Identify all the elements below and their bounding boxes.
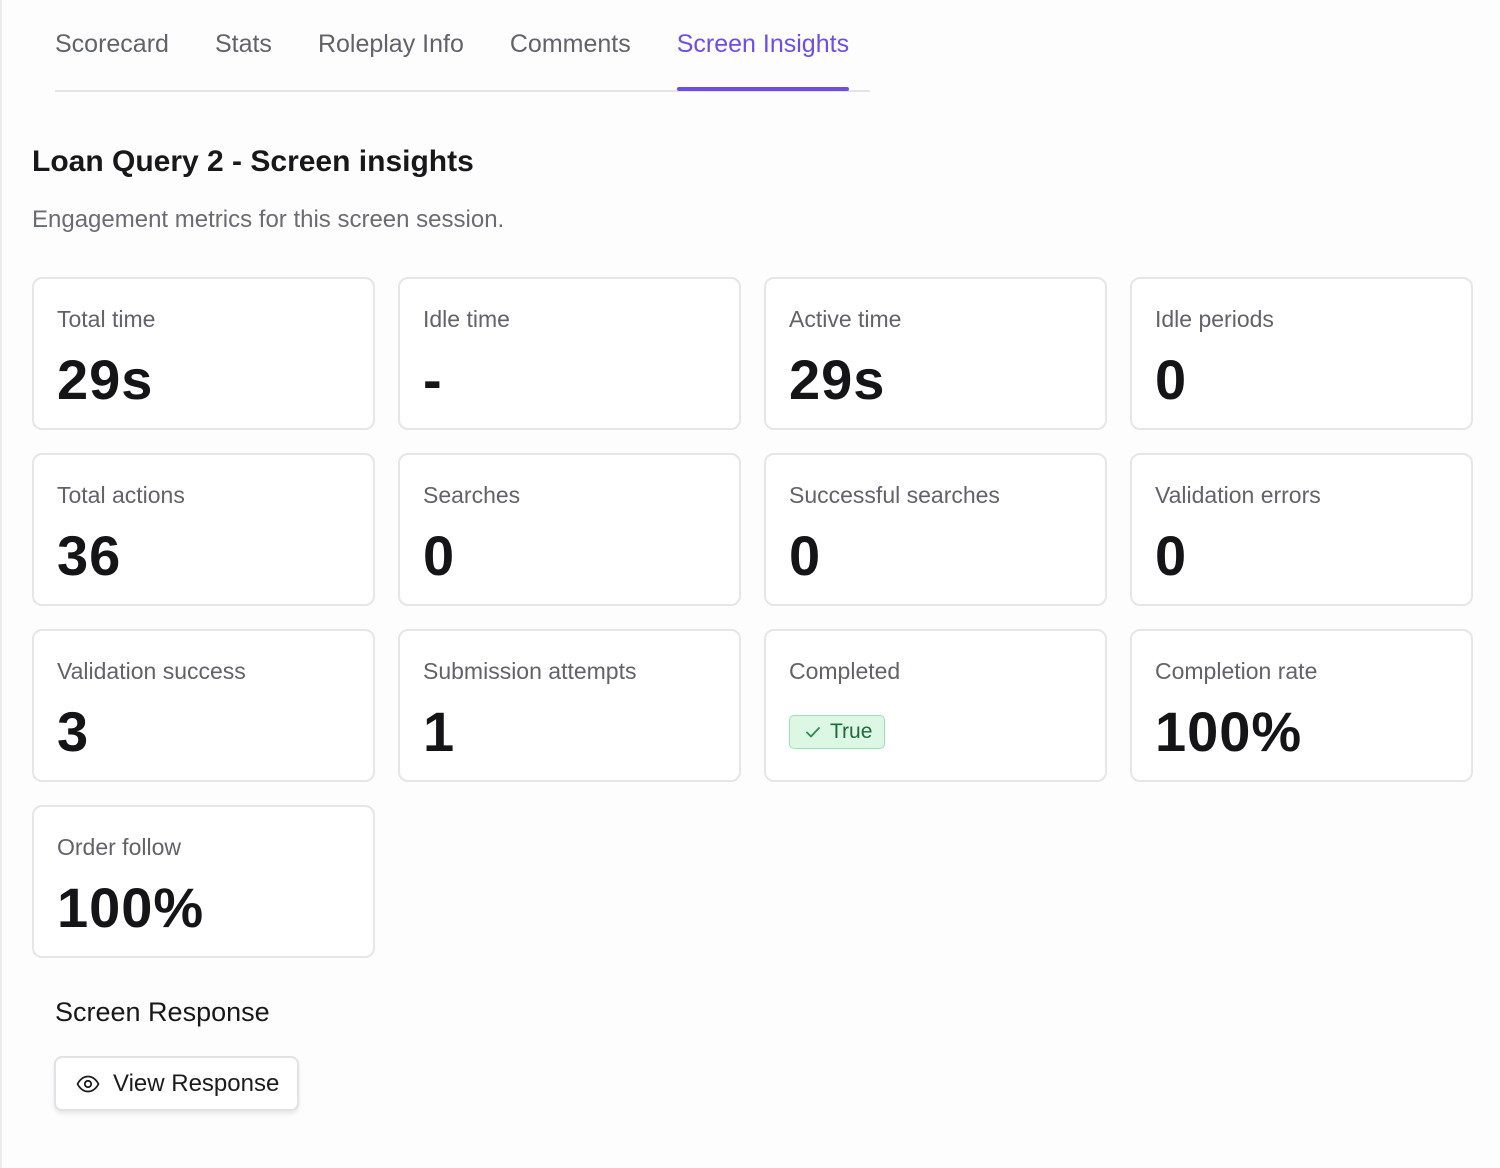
metric-card-idle-time: Idle time - xyxy=(398,277,741,430)
metric-value: 3 xyxy=(57,700,90,763)
check-icon xyxy=(806,727,820,738)
tab-roleplay-info[interactable]: Roleplay Info xyxy=(318,0,464,88)
view-response-label: View Response xyxy=(113,1069,280,1097)
status-badge: True xyxy=(789,715,886,749)
metric-value: 29s xyxy=(789,348,886,411)
metric-label: Idle periods xyxy=(1155,306,1274,332)
metric-value: 36 xyxy=(57,524,122,587)
metric-label: Total time xyxy=(57,306,156,332)
tab-comments[interactable]: Comments xyxy=(510,0,631,88)
metric-card-completion-rate: Completion rate 100% xyxy=(1130,629,1473,782)
metric-value: 0 xyxy=(789,524,822,587)
metric-card-submission-attempts: Submission attempts 1 xyxy=(398,629,741,782)
screen-response-heading: Screen Response xyxy=(55,997,270,1027)
eye-icon xyxy=(76,1075,100,1092)
metric-card-validation-success: Validation success 3 xyxy=(32,629,375,782)
tab-bar: Scorecard Stats Roleplay Info Comments S… xyxy=(55,0,870,92)
metric-value: 0 xyxy=(423,524,456,587)
metric-label: Active time xyxy=(789,306,902,332)
metric-value: 29s xyxy=(57,348,154,411)
metric-value: 100% xyxy=(1155,700,1303,763)
metric-card-order-follow: Order follow 100% xyxy=(32,805,375,958)
tab-stats[interactable]: Stats xyxy=(215,0,272,88)
metric-label: Completed xyxy=(789,658,901,684)
status-badge-label: True xyxy=(830,720,873,743)
metrics-grid: Total time 29s Idle time - Active time 2… xyxy=(32,277,1474,958)
metric-card-searches: Searches 0 xyxy=(398,453,741,606)
tab-screen-insights[interactable]: Screen Insights xyxy=(676,0,850,91)
metric-label: Submission attempts xyxy=(423,658,637,684)
page-subtitle: Engagement metrics for this screen sessi… xyxy=(32,206,505,233)
metric-value: 100% xyxy=(57,876,205,939)
tab-scorecard[interactable]: Scorecard xyxy=(55,0,169,88)
metric-label: Completion rate xyxy=(1155,658,1318,684)
metric-card-total-time: Total time 29s xyxy=(32,277,375,430)
metric-card-active-time: Active time 29s xyxy=(764,277,1107,430)
metric-card-idle-periods: Idle periods 0 xyxy=(1130,277,1473,430)
metric-label: Validation errors xyxy=(1155,482,1321,508)
metric-card-total-actions: Total actions 36 xyxy=(32,453,375,606)
metric-label: Total actions xyxy=(57,482,185,508)
metric-value: 1 xyxy=(423,700,456,763)
metric-label: Searches xyxy=(423,482,521,508)
metric-card-successful-searches: Successful searches 0 xyxy=(764,453,1107,606)
metric-value: - xyxy=(423,348,443,411)
view-response-button[interactable]: View Response xyxy=(54,1056,299,1111)
metric-label: Validation success xyxy=(57,658,246,684)
metric-card-validation-errors: Validation errors 0 xyxy=(1130,453,1473,606)
metric-label: Successful searches xyxy=(789,482,1000,508)
metric-value: 0 xyxy=(1155,348,1188,411)
metric-label: Idle time xyxy=(423,306,510,332)
metric-card-completed: Completed True xyxy=(764,629,1107,782)
metric-value: 0 xyxy=(1155,524,1188,587)
metric-label: Order follow xyxy=(57,834,181,860)
page-title: Loan Query 2 - Screen insights xyxy=(32,145,474,178)
